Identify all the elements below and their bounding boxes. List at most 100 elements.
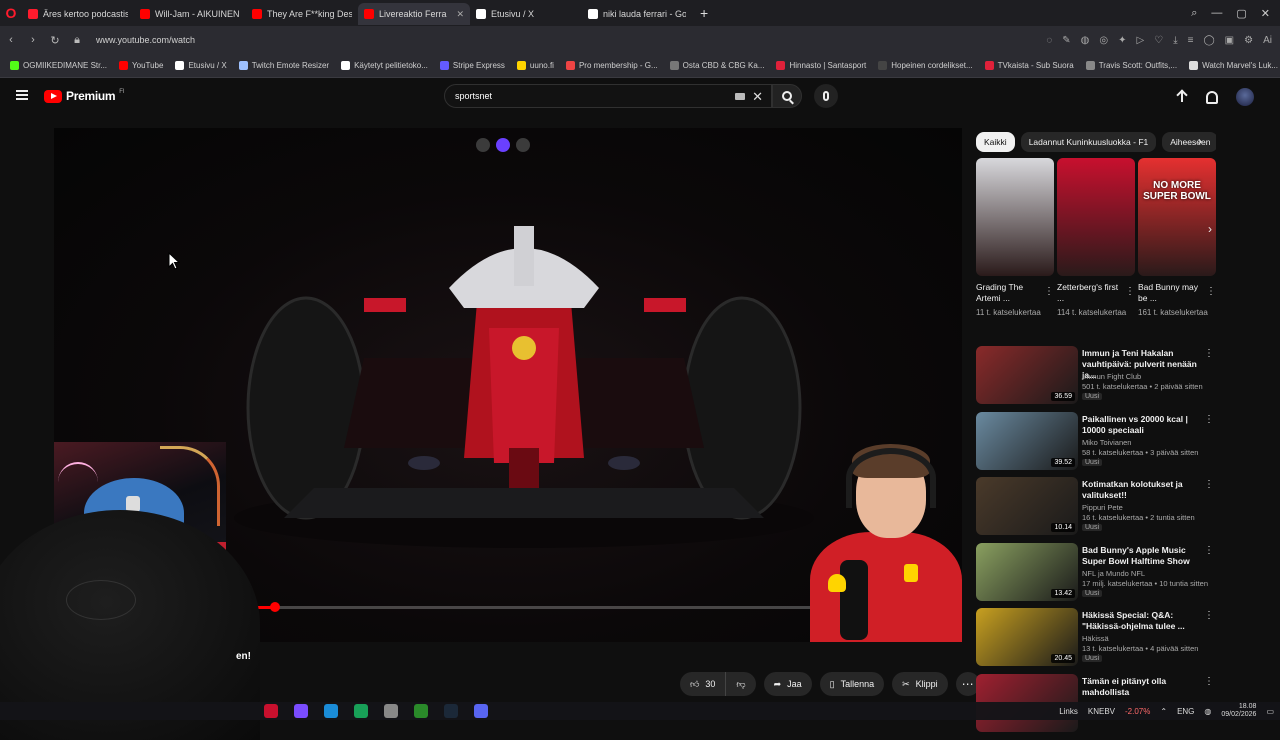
- short-more-icon[interactable]: ⋮: [1125, 286, 1135, 297]
- tab-close-icon[interactable]: ✕: [456, 9, 464, 20]
- search-button[interactable]: [772, 84, 802, 108]
- video-thumbnail[interactable]: 20.45: [976, 608, 1078, 667]
- short-item[interactable]: Grading The Artemi ... ⋮ 11 t. katselukert…: [976, 158, 1054, 318]
- forward-icon[interactable]: ›: [22, 34, 44, 46]
- bookmark-item[interactable]: Käytetyt pelitietoko...: [341, 61, 428, 70]
- notification-center-icon[interactable]: ▭: [1266, 707, 1274, 716]
- voice-search-button[interactable]: [814, 84, 838, 108]
- keyboard-icon[interactable]: [735, 93, 745, 100]
- recommended-video[interactable]: 39.52 Paikallinen vs 20000 kcal | 10000 s…: [976, 411, 1220, 472]
- play-icon[interactable]: ▷: [1137, 35, 1145, 46]
- opera-taskbar-icon[interactable]: [264, 704, 278, 718]
- discord-taskbar-icon[interactable]: [474, 704, 488, 718]
- bookmark-item[interactable]: TVkaista - Sub Suora: [984, 61, 1074, 70]
- recommended-video[interactable]: 10.14 Kotimatkan kolotukset ja valitukset…: [976, 477, 1220, 537]
- recommended-video[interactable]: 13.42 Bad Bunny's Apple Music Super Bowl …: [976, 542, 1220, 603]
- browser-tab[interactable]: Äres kertoo podcastissa v: [22, 3, 134, 25]
- search-input[interactable]: [455, 91, 725, 101]
- filter-chip[interactable]: Kaikki: [976, 132, 1015, 152]
- bookmark-item[interactable]: Stripe Express: [439, 61, 505, 70]
- clock[interactable]: 18.08 09/02/2026: [1221, 703, 1256, 719]
- create-icon[interactable]: [1176, 90, 1188, 104]
- channel-name[interactable]: Häkissä: [1082, 634, 1109, 643]
- browser-tab[interactable]: They Are F**king Desperat: [246, 3, 358, 25]
- youtube-logo[interactable]: Premium FI: [44, 89, 125, 103]
- browser-tab[interactable]: Livereaktio Ferrarin 20 ✕: [358, 3, 470, 25]
- video-more-icon[interactable]: ⋮: [1204, 545, 1214, 556]
- pip-icon[interactable]: [476, 138, 490, 152]
- browser-tab[interactable]: niki lauda ferrari - Google: [582, 3, 692, 25]
- network-icon[interactable]: ◍: [1204, 707, 1211, 716]
- bookmark-item[interactable]: YouTube: [119, 61, 163, 70]
- menu-icon[interactable]: ≡: [1188, 35, 1194, 46]
- bookmark-item[interactable]: Pro membership - G...: [565, 61, 658, 70]
- video-more-icon[interactable]: ⋮: [1204, 348, 1214, 359]
- edit-icon[interactable]: ✎: [1062, 35, 1070, 46]
- wifi-icon[interactable]: ⌃: [1160, 707, 1167, 716]
- guide-menu-icon[interactable]: [16, 90, 28, 100]
- channel-name[interactable]: Immun Fight Club: [1082, 372, 1141, 381]
- clear-search-icon[interactable]: ✕: [752, 89, 763, 105]
- back-icon[interactable]: ‹: [0, 34, 22, 46]
- short-more-icon[interactable]: ⋮: [1206, 286, 1216, 297]
- maximize-icon[interactable]: ▢: [1236, 7, 1246, 20]
- progress-scrubber[interactable]: [269, 602, 280, 612]
- filter-chip[interactable]: Aiheeseen: [1162, 132, 1216, 152]
- browser-tab[interactable]: Etusivu / X: [470, 3, 582, 25]
- avatar[interactable]: [1236, 88, 1254, 106]
- opera-menu-icon[interactable]: O: [0, 0, 22, 26]
- bookmark-item[interactable]: Osta CBD & CBG Ka...: [669, 61, 764, 70]
- short-thumbnail[interactable]: [976, 158, 1054, 276]
- heart-icon[interactable]: ♡: [1154, 35, 1163, 46]
- channel-name[interactable]: Pippuri Pete: [1082, 503, 1123, 512]
- dislike-button[interactable]: 👎︎: [726, 672, 756, 696]
- progress-bar[interactable]: [224, 602, 834, 612]
- video-more-icon[interactable]: ⋮: [1204, 479, 1214, 490]
- copilot-taskbar-icon[interactable]: [294, 704, 308, 718]
- reload-icon[interactable]: ↻: [44, 34, 66, 47]
- channel-name[interactable]: NFL ja Mundo NFL: [1082, 569, 1145, 578]
- minimize-icon[interactable]: —: [1211, 7, 1222, 19]
- clip-button[interactable]: ✂ Klippi: [892, 672, 948, 696]
- recommended-video[interactable]: 20.45 Häkissä Special: Q&A: "Häkissä-ohje…: [976, 608, 1220, 668]
- shorts-next-icon[interactable]: ›: [1208, 222, 1212, 236]
- save-button[interactable]: ▯ Tallenna: [819, 672, 885, 696]
- video-thumbnail[interactable]: 36.59: [976, 346, 1078, 404]
- close-window-icon[interactable]: ✕: [1261, 7, 1270, 20]
- new-tab-button[interactable]: +: [692, 5, 716, 21]
- recommended-video[interactable]: 36.59 Immun ja Teni Hakalan vauhtipäivä: …: [976, 346, 1220, 406]
- filter-chip[interactable]: Ladannut Kuninkuusluokka - F1: [1020, 132, 1157, 152]
- like-button[interactable]: 👍︎ 30: [680, 672, 727, 696]
- links-toolbar[interactable]: Links: [1059, 707, 1078, 716]
- language-indicator[interactable]: ENG: [1177, 707, 1194, 716]
- app-taskbar-icon[interactable]: [354, 704, 368, 718]
- video-more-icon[interactable]: ⋮: [1204, 414, 1214, 425]
- bookmark-item[interactable]: OGMIIKEDIMANE Str...: [10, 61, 107, 70]
- browser-tab[interactable]: Will-Jam - AIKUINEN - Yo: [134, 3, 246, 25]
- profile-icon[interactable]: ◯: [1203, 35, 1214, 46]
- browser-search-icon[interactable]: ⌕: [1191, 7, 1197, 20]
- steam-taskbar-icon[interactable]: [444, 704, 458, 718]
- short-thumbnail[interactable]: NO MORE SUPER BOWL: [1138, 158, 1216, 276]
- zoom-icon[interactable]: ◌: [1046, 35, 1052, 46]
- short-more-icon[interactable]: ⋮: [1044, 286, 1054, 297]
- bookmark-item[interactable]: uuno.fi: [516, 61, 554, 70]
- ai-sparkle-icon[interactable]: [496, 138, 510, 152]
- aria-icon[interactable]: ▣: [1225, 35, 1234, 46]
- obs-taskbar-icon[interactable]: [384, 704, 398, 718]
- video-thumbnail[interactable]: 10.14: [976, 477, 1078, 536]
- share-button[interactable]: ➦ Jaa: [763, 672, 812, 696]
- ai-icon[interactable]: Ai: [1263, 35, 1272, 46]
- bookmark-item[interactable]: Twitch Emote Resizer: [238, 61, 329, 70]
- video-more-icon[interactable]: ⋮: [1204, 610, 1214, 621]
- video-more-icon[interactable]: ⋮: [1204, 676, 1214, 687]
- short-item[interactable]: NO MORE SUPER BOWL Bad Bunny may be ... ⋮ 1…: [1138, 158, 1216, 318]
- url-field[interactable]: www.youtube.com/watch: [96, 35, 195, 45]
- video-thumbnail[interactable]: 13.42: [976, 542, 1078, 601]
- short-thumbnail[interactable]: [1057, 158, 1135, 276]
- notifications-icon[interactable]: [1206, 90, 1218, 104]
- video-thumbnail[interactable]: 39.52: [976, 411, 1078, 470]
- extension-icon[interactable]: ✦: [1118, 35, 1126, 46]
- media-taskbar-icon[interactable]: [414, 704, 428, 718]
- chips-next-icon[interactable]: ›: [1198, 134, 1202, 148]
